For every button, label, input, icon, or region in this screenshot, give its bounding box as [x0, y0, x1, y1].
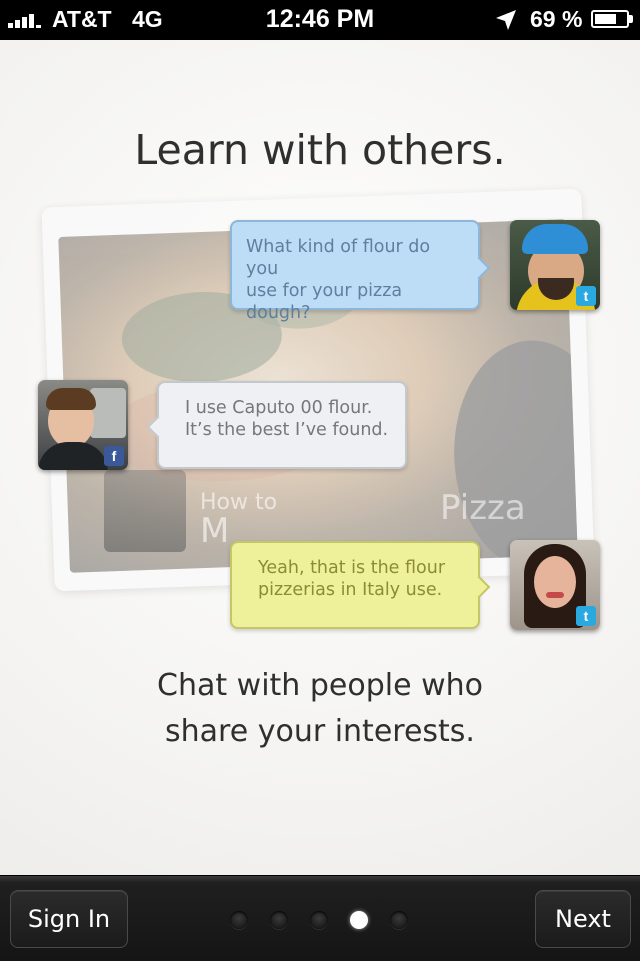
card-avatar [104, 470, 186, 552]
facebook-icon: f [104, 446, 124, 466]
chat-bubble-reply: Yeah, that is the flour pizzerias in Ita… [230, 541, 491, 629]
page-indicator[interactable] [230, 911, 410, 931]
sign-in-button[interactable]: Sign In [10, 890, 128, 948]
page-dot-active[interactable] [350, 911, 368, 929]
twitter-icon: t [576, 606, 596, 626]
avatar: f [38, 380, 128, 470]
location-arrow-icon [496, 10, 516, 30]
subtitle-line: share your interests. [165, 714, 475, 749]
page-dot[interactable] [390, 911, 408, 929]
page-subtitle: Chat with people who share your interest… [0, 663, 640, 755]
card-caption-right: Pizza [440, 488, 526, 528]
chat-bubble-answer: I use Caputo 00 flour. It’s the best I’v… [146, 381, 407, 469]
avatar: t [510, 540, 600, 630]
battery-icon [591, 10, 629, 28]
subtitle-line: Chat with people who [157, 668, 483, 703]
chat-bubble-text-line: use for your pizza dough? [246, 281, 403, 323]
battery-level-fill [595, 14, 616, 24]
status-bar: AT&T 4G 12:46 PM 69 % [0, 0, 640, 40]
page-dot[interactable] [270, 911, 288, 929]
bottom-toolbar: Sign In Next [0, 875, 640, 961]
chat-bubble-question: What kind of flour do you use for your p… [230, 220, 491, 323]
avatar: t [510, 220, 600, 310]
page-dot[interactable] [310, 911, 328, 929]
twitter-icon: t [576, 286, 596, 306]
battery-percent-label: 69 % [530, 6, 583, 32]
next-button[interactable]: Next [535, 890, 631, 948]
page-title: Learn with others. [134, 126, 506, 174]
chat-bubble-text-line: pizzerias in Italy use. [258, 580, 443, 600]
chat-bubble-text-line: What kind of flour do you [246, 237, 431, 279]
chat-bubble-text-line: Yeah, that is the flour [258, 558, 446, 578]
page-dot[interactable] [230, 911, 248, 929]
chat-bubble-text-line: I use Caputo 00 flour. [185, 398, 373, 418]
chat-bubble-text-line: It’s the best I’ve found. [185, 420, 389, 440]
battery-nub [629, 15, 633, 23]
